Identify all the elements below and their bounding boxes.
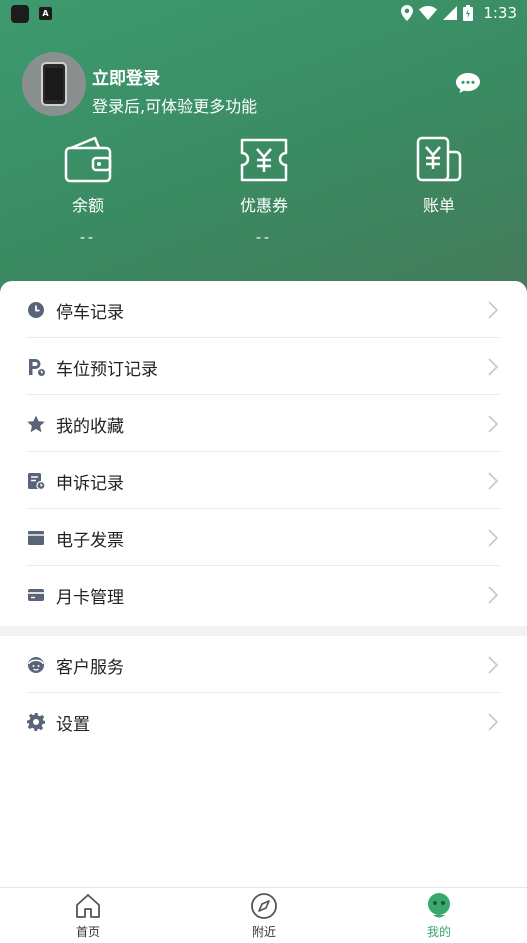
wifi-icon	[419, 6, 438, 20]
menu-item-label: 电子发票	[56, 531, 124, 551]
star-icon	[27, 415, 45, 433]
menu-item-settings[interactable]: 设置	[26, 693, 501, 750]
coupon-stat[interactable]: 优惠券 --	[209, 136, 319, 246]
menu-item-label: 月卡管理	[56, 588, 124, 608]
card-icon	[28, 589, 44, 601]
message-icon[interactable]	[455, 72, 481, 94]
signal-icon	[443, 6, 458, 20]
coupon-value: --	[255, 230, 273, 246]
balance-stat[interactable]: 余额 --	[33, 136, 143, 246]
avatar[interactable]	[22, 52, 86, 116]
tab-label: 附近	[251, 925, 276, 939]
menu-card: 停车记录 车位预订记录 我的收藏 申诉记录 电子发票 月卡管理	[0, 281, 527, 626]
wallet-icon	[64, 136, 112, 183]
chevron-right-icon	[488, 472, 499, 490]
tab-home[interactable]: 首页	[48, 892, 128, 940]
clock-icon	[28, 302, 44, 318]
bill-stat[interactable]: 账单	[384, 136, 494, 230]
menu-item-appeal-records[interactable]: 申诉记录	[26, 452, 501, 509]
menu-item-label: 停车记录	[56, 303, 124, 323]
tab-label: 首页	[75, 925, 100, 939]
settings-icon	[27, 713, 45, 731]
location-icon	[401, 5, 414, 21]
tab-mine[interactable]: 我的	[399, 892, 479, 940]
section-divider	[0, 626, 527, 636]
chevron-right-icon	[488, 586, 499, 604]
menu-item-label: 申诉记录	[56, 474, 124, 494]
home-icon	[76, 894, 100, 918]
keyboard-notification-icon: A	[39, 7, 52, 20]
tab-nearby[interactable]: 附近	[224, 892, 304, 940]
invoice-icon	[28, 531, 44, 545]
tab-label: 我的	[426, 925, 451, 939]
menu-item-monthly-card[interactable]: 月卡管理	[26, 566, 501, 623]
menu-item-customer-service[interactable]: 客户服务	[26, 636, 501, 693]
menu-item-label: 车位预订记录	[56, 360, 158, 380]
parking-reserve-icon	[29, 359, 45, 376]
battery-icon	[463, 5, 474, 21]
menu-item-e-invoice[interactable]: 电子发票	[26, 509, 501, 566]
login-subtitle: 登录后,可体验更多功能	[92, 97, 258, 116]
bill-label: 账单	[422, 196, 455, 215]
profile-header: A 1:33 立即登录 登录后,可体验更多功能 余额 -- 优惠券 -- 账单	[0, 0, 527, 300]
chevron-right-icon	[488, 415, 499, 433]
appeal-icon	[28, 473, 46, 491]
customer-service-icon	[28, 657, 44, 673]
menu-item-favorites[interactable]: 我的收藏	[26, 395, 501, 452]
menu-item-label: 客户服务	[56, 658, 124, 678]
bottom-tab-bar: 首页 附近 我的	[0, 887, 527, 943]
balance-label: 余额	[71, 196, 104, 215]
chevron-right-icon	[488, 529, 499, 547]
bill-icon	[416, 136, 462, 182]
profile-icon	[428, 893, 450, 918]
menu-item-parking-records[interactable]: 停车记录	[26, 281, 501, 338]
chevron-right-icon	[488, 713, 499, 731]
coupon-label: 优惠券	[239, 196, 288, 215]
chevron-right-icon	[488, 301, 499, 319]
menu-item-reservation-records[interactable]: 车位预订记录	[26, 338, 501, 395]
login-title[interactable]: 立即登录	[92, 64, 160, 89]
status-bar: A 1:33	[0, 0, 527, 30]
menu-item-label: 设置	[56, 715, 90, 735]
balance-value: --	[79, 230, 97, 246]
app-notification-icon	[11, 5, 29, 23]
coupon-icon	[240, 138, 288, 182]
menu-item-label: 我的收藏	[56, 417, 124, 437]
status-time: 1:33	[483, 4, 517, 22]
chevron-right-icon	[488, 656, 499, 674]
compass-icon	[251, 893, 277, 919]
chevron-right-icon	[488, 358, 499, 376]
